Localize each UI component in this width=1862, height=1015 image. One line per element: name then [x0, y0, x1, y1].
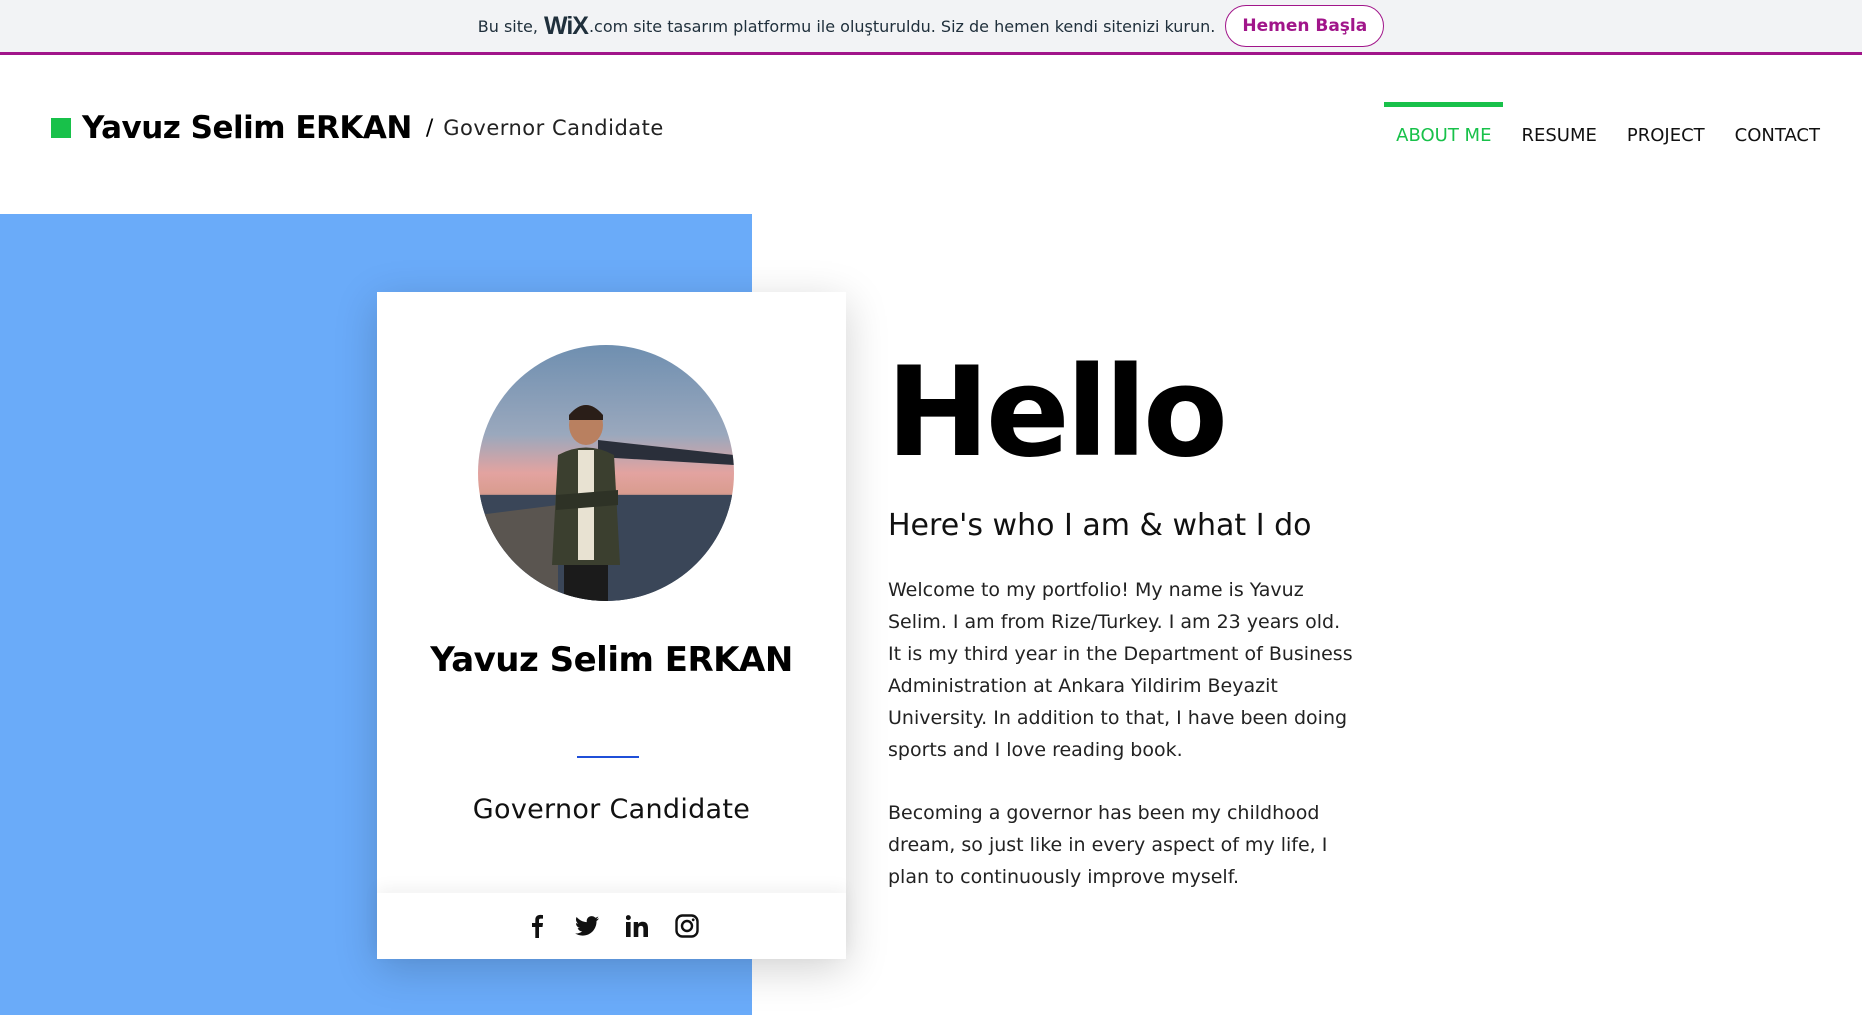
hero-heading: Hello — [886, 341, 1228, 485]
social-bar — [377, 893, 846, 959]
brand-square-icon — [51, 118, 71, 138]
banner-text-before: Bu site, — [477, 16, 538, 36]
facebook-icon[interactable] — [525, 914, 549, 938]
profile-photo — [478, 345, 734, 601]
start-now-button[interactable]: Hemen Başla — [1225, 5, 1385, 47]
banner-logo-suffix: .com — [588, 16, 629, 36]
goal-paragraph: Becoming a governor has been my childhoo… — [888, 802, 1328, 888]
banner-text-after: site tasarım platformu ile oluşturuldu. … — [633, 16, 1216, 36]
site-brand[interactable]: Yavuz Selim ERKAN / Governor Candidate — [51, 110, 664, 146]
twitter-icon[interactable] — [574, 914, 599, 938]
wix-promo-banner: Bu site, WiX .com site tasarım platformu… — [0, 0, 1862, 55]
title-separator: / — [425, 115, 434, 141]
nav-item-project[interactable]: PROJECT — [1615, 102, 1717, 161]
card-name: Yavuz Selim ERKAN — [430, 640, 793, 680]
nav-item-resume[interactable]: RESUME — [1509, 102, 1608, 161]
nav-item-contact[interactable]: CONTACT — [1723, 102, 1832, 161]
intro-paragraph: Welcome to my portfolio! My name is Yavu… — [888, 579, 1353, 761]
site-tagline: Governor Candidate — [443, 116, 664, 140]
main-nav: ABOUT ME RESUME PROJECT CONTACT — [1378, 102, 1832, 161]
instagram-icon[interactable] — [674, 914, 699, 938]
site-title[interactable]: Yavuz Selim ERKAN — [82, 110, 412, 146]
linkedin-icon[interactable] — [625, 914, 649, 938]
card-divider — [577, 756, 639, 758]
profile-photo-image — [478, 345, 734, 601]
profile-card: Yavuz Selim ERKAN Governor Candidate — [377, 292, 846, 959]
wix-logo: WiX — [543, 11, 589, 40]
hero-subtitle: Here's who I am & what I do — [888, 508, 1312, 543]
card-role: Governor Candidate — [472, 794, 751, 825]
nav-item-about-me[interactable]: ABOUT ME — [1384, 102, 1504, 161]
